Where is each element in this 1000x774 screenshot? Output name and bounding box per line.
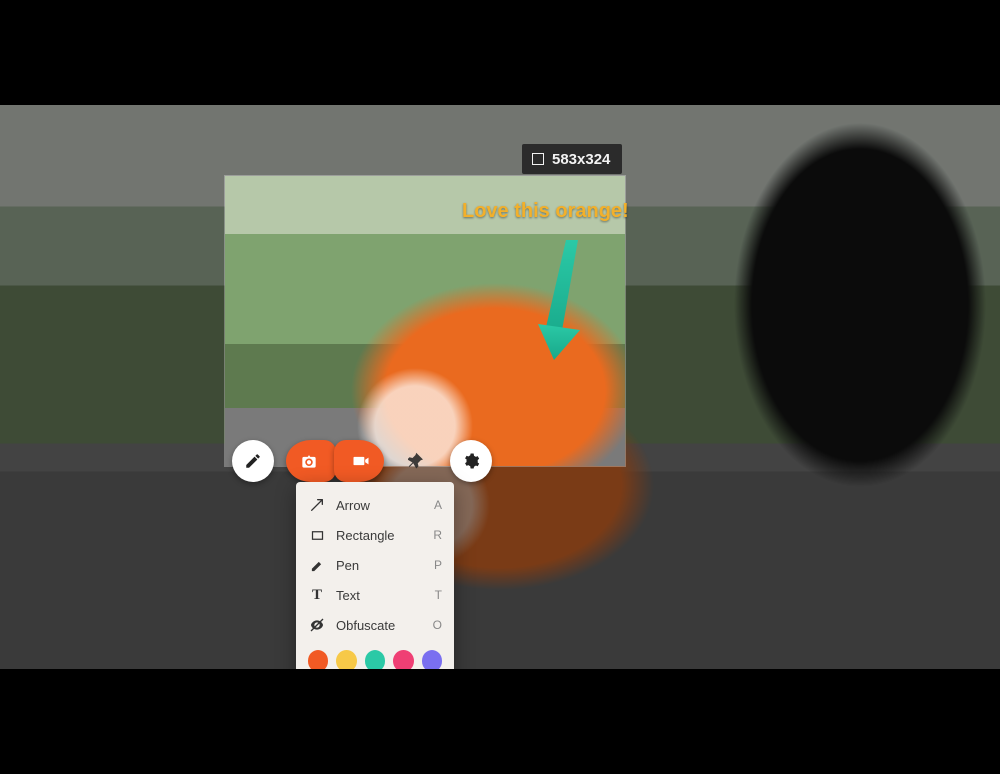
pin-button[interactable] [396,440,438,482]
menu-item-arrow[interactable]: Arrow A [296,490,454,520]
text-icon: T [308,586,326,604]
menu-item-label: Text [336,588,425,603]
edit-tool-button[interactable] [232,440,274,482]
tool-menu: Arrow A Rectangle R Pen P T Text T Obfus… [296,482,454,684]
record-video-button[interactable] [334,440,384,482]
menu-item-text[interactable]: T Text T [296,580,454,610]
menu-item-shortcut: R [433,528,442,542]
menu-item-label: Rectangle [336,528,423,543]
pen-icon [308,556,326,574]
menu-item-obfuscate[interactable]: Obfuscate O [296,610,454,640]
menu-item-rectangle[interactable]: Rectangle R [296,520,454,550]
letterbox-bottom [0,669,1000,774]
menu-item-shortcut: A [434,498,442,512]
menu-item-pen[interactable]: Pen P [296,550,454,580]
camera-icon [299,451,319,471]
gear-icon [462,452,480,470]
letterbox-top [0,0,1000,105]
menu-item-label: Arrow [336,498,424,513]
menu-item-label: Obfuscate [336,618,423,633]
screenshot-stage: 583x324 Love this orange! [0,0,1000,774]
dimensions-text: 583x324 [552,151,610,168]
pencil-icon [244,452,262,470]
menu-item-shortcut: O [433,618,442,632]
menu-item-shortcut: T [435,588,442,602]
settings-button[interactable] [450,440,492,482]
menu-item-label: Pen [336,558,424,573]
dimensions-badge: 583x324 [522,144,622,174]
video-icon [351,451,371,471]
annotation-text[interactable]: Love this orange! [462,200,629,223]
obfuscate-icon [308,616,326,634]
capture-toolbar [232,440,492,482]
crop-icon [532,153,544,165]
menu-item-shortcut: P [434,558,442,572]
capture-photo-button[interactable] [286,440,336,482]
arrow-icon [308,496,326,514]
pin-icon [408,452,426,470]
rectangle-icon [308,526,326,544]
